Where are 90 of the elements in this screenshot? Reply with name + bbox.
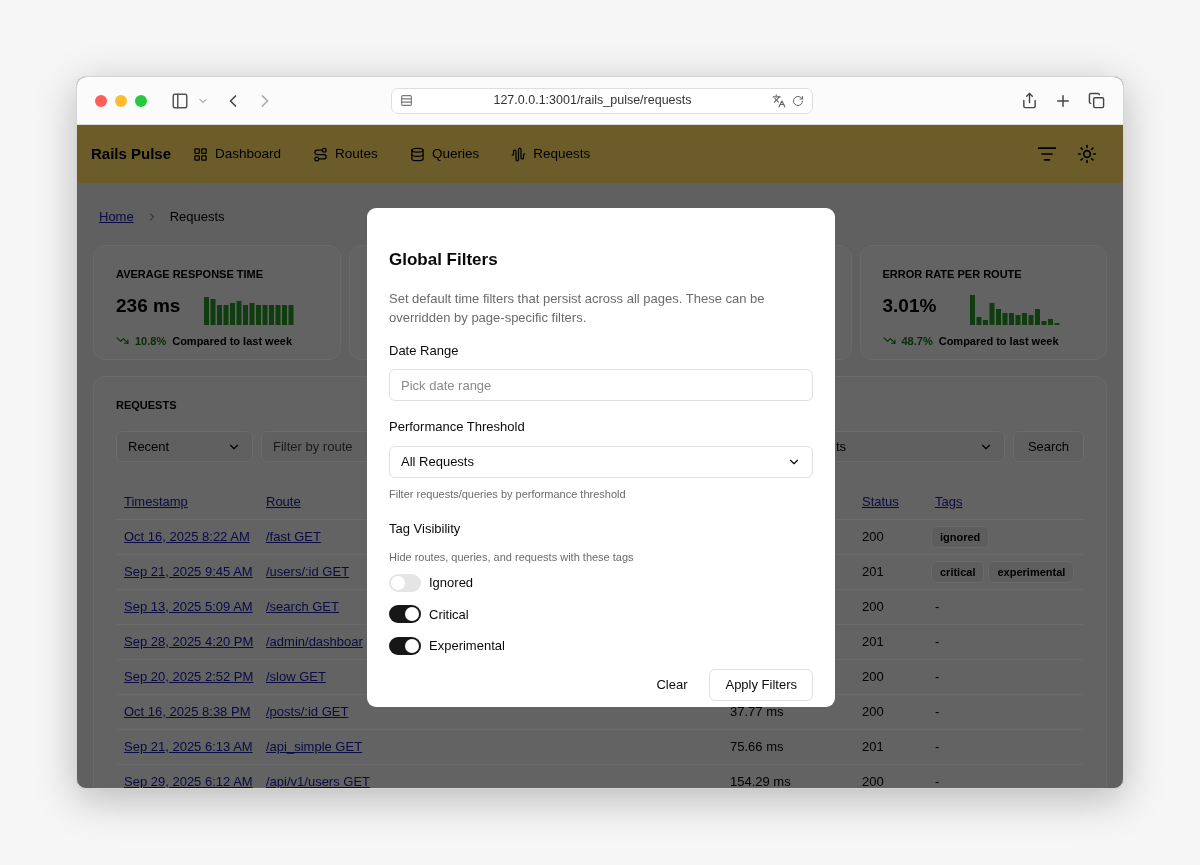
column-header-link[interactable]: Status (854, 495, 899, 509)
request-date-link[interactable]: Sep 28, 2025 4:20 PM (116, 635, 254, 649)
empty-tags-text: - (935, 635, 940, 649)
toggle-label: Critical (429, 605, 469, 624)
request-date-link[interactable]: Oct 16, 2025 8:22 AM (116, 530, 250, 544)
filter-icon[interactable] (1037, 144, 1057, 164)
section-title: REQUESTS (116, 397, 178, 413)
request-date-link[interactable]: Sep 21, 2025 6:13 AM (116, 740, 253, 754)
sort-select[interactable]: Recent (116, 431, 253, 462)
request-date-link[interactable]: Sep 20, 2025 2:52 PM (116, 670, 254, 684)
field-label: Performance Threshold (389, 418, 526, 436)
nav-link[interactable]: Dashboard (193, 143, 282, 165)
field-label: Tag Visibility (389, 520, 462, 538)
column-header-link[interactable]: Route (258, 495, 301, 509)
endpoint-link[interactable]: /api/v1/users GET (258, 775, 371, 788)
nav-icon (313, 146, 329, 162)
theme-toggle-icon[interactable] (1077, 144, 1097, 164)
metric-change: 48.7% (901, 333, 933, 349)
nav-link[interactable]: Routes (313, 143, 378, 165)
toggle-label: Experimental (429, 637, 505, 655)
duration-cell-text: 75.66 ms (729, 740, 784, 754)
duration-cell-text: 37.77 ms (729, 705, 784, 719)
empty-tags-text: - (935, 705, 940, 719)
date-range-field[interactable]: Pick date range (389, 369, 813, 401)
metric-value: 236 ms (116, 294, 181, 318)
status-cell-text: 200 (861, 670, 884, 684)
nav-link[interactable]: Queries (409, 143, 480, 165)
empty-tags-text: - (935, 670, 940, 684)
brand-name[interactable]: Rails Pulse (91, 142, 172, 166)
endpoint-link[interactable]: /slow GET (258, 670, 326, 684)
status-cell-text: 200 (861, 530, 884, 544)
empty-tags-text: - (935, 775, 940, 788)
request-date-link[interactable]: Sep 21, 2025 9:45 AM (116, 565, 253, 579)
nav-icon (409, 146, 425, 162)
breadcrumb-link[interactable]: Home (99, 207, 134, 227)
dialog-title: Global Filters (389, 249, 499, 271)
tag-badge: experimental (988, 561, 1075, 583)
field-hint: Filter requests/queries by performance threshold (389, 486, 627, 502)
toggle-switch[interactable] (389, 605, 421, 624)
toggle-label: Ignored (429, 574, 474, 592)
column-header-link[interactable]: Tags (927, 495, 963, 509)
field-label: Date Range (389, 341, 460, 360)
tag-badge: ignored (931, 526, 990, 548)
status-cell-text: 200 (861, 600, 884, 614)
tag-badge: critical (931, 561, 985, 583)
endpoint-link[interactable]: /fast GET (258, 530, 321, 544)
toggle-switch[interactable] (389, 636, 421, 655)
request-date-link[interactable]: Sep 29, 2025 6:12 AM (116, 775, 253, 788)
empty-tags-text: - (935, 600, 940, 614)
metric-comparison: Compared to last week (938, 333, 1059, 349)
toggle-switch[interactable] (389, 573, 421, 592)
translate-icon[interactable] (772, 93, 786, 108)
metric-comparison: Compared to last week (172, 333, 293, 349)
endpoint-link[interactable]: /search GET (258, 600, 339, 614)
clear-button[interactable]: Clear (650, 668, 694, 701)
request-date-link[interactable]: Oct 16, 2025 8:38 PM (116, 705, 251, 719)
duration-cell-text: 154.29 ms (729, 775, 791, 788)
apply-filters-button[interactable]: Apply Filters (709, 668, 813, 701)
page-icon (400, 94, 413, 107)
nav-icon (193, 146, 209, 162)
metric-change: 10.8% (135, 333, 167, 349)
share-icon[interactable] (1021, 92, 1038, 109)
field-hint: Hide routes, queries, and requests with these tags (389, 549, 635, 565)
dialog-description: Set default time filters that persist across all pages. These can be overridden by page-specific filters. (389, 289, 766, 327)
status-cell-text: 201 (861, 635, 884, 649)
close-window-button[interactable] (95, 94, 107, 107)
threshold-dropdown[interactable]: All Requests (389, 445, 813, 478)
status-cell-text: 201 (861, 740, 884, 754)
metric-title: ERROR RATE PER ROUTE (882, 266, 1023, 282)
sidebar-icon[interactable] (171, 91, 189, 110)
tabs-icon[interactable] (1088, 92, 1105, 109)
nav-icon (511, 146, 527, 162)
url-text: 127.0.0.1:3001/rails_pulse/requests (492, 92, 693, 110)
status-cell-text: 200 (861, 775, 884, 788)
metric-title: AVERAGE RESPONSE TIME (116, 266, 265, 282)
nav-link[interactable]: Requests (511, 143, 591, 165)
request-date-link[interactable]: Sep 13, 2025 5:09 AM (116, 600, 253, 614)
address-bar[interactable]: 127.0.0.1:3001/rails_pulse/requests (391, 87, 813, 114)
reload-icon[interactable] (792, 94, 804, 107)
status-cell-text: 201 (861, 565, 884, 579)
metric-value: 3.01% (882, 294, 937, 318)
column-header-link[interactable]: Timestamp (116, 495, 188, 509)
endpoint-link[interactable]: /api_simple GET (258, 740, 363, 754)
breadcrumb-current: Requests (169, 208, 225, 226)
search-button[interactable]: Search (1013, 431, 1084, 462)
status-cell-text: 200 (861, 705, 884, 719)
endpoint-link[interactable]: /users/:id GET (258, 565, 350, 579)
empty-tags-text: - (935, 740, 940, 754)
endpoint-link[interactable]: /posts/:id GET (258, 705, 349, 719)
endpoint-link[interactable]: /admin/dashboar (258, 635, 363, 649)
